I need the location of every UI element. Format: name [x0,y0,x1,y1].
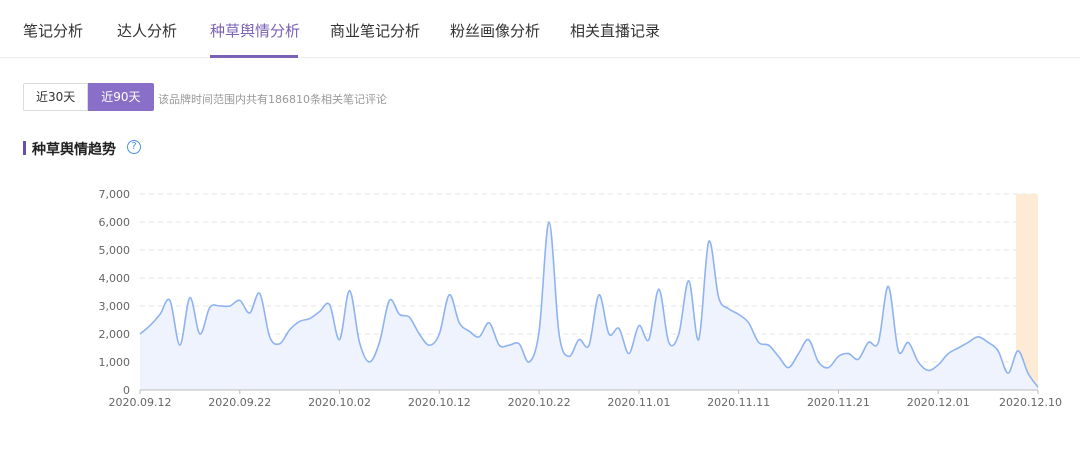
x-tick-label: 2020.11.01 [607,396,670,409]
y-tick-label: 2,000 [99,328,131,341]
y-tick-label: 3,000 [99,300,131,313]
range-summary-text: 该品牌时间范围内共有186810条相关笔记评论 [158,93,387,106]
section-title: 种草舆情趋势 [32,142,116,158]
x-tick-label: 2020.09.22 [208,396,271,409]
y-tick-label: 6,000 [99,216,131,229]
sentiment-trend-chart: 01,0002,0003,0004,0005,0006,0007,000 202… [99,188,1063,409]
y-tick-label: 7,000 [99,188,131,201]
tab-note-analysis[interactable]: 笔记分析 [23,20,83,42]
x-tick-label: 2020.09.12 [109,396,172,409]
y-tick-label: 4,000 [99,272,131,285]
series-area [140,221,1038,390]
x-tick-label: 2020.11.21 [807,396,870,409]
tab-sentiment-analysis[interactable]: 种草舆情分析 [210,20,300,42]
tab-live-records[interactable]: 相关直播记录 [570,20,660,42]
question-circle-icon[interactable]: ? [127,140,141,154]
tab-kol-analysis[interactable]: 达人分析 [117,20,177,42]
x-tick-label: 2020.10.22 [508,396,571,409]
range-30-days-button[interactable]: 近30天 [23,83,89,111]
tab-commercial-note-analysis[interactable]: 商业笔记分析 [330,20,420,42]
x-tick-label: 2020.12.10 [999,396,1062,409]
x-tick-label: 2020.10.12 [408,396,471,409]
x-tick-label: 2020.10.02 [308,396,371,409]
tab-fan-profile-analysis[interactable]: 粉丝画像分析 [450,20,540,42]
x-tick-label: 2020.12.01 [907,396,970,409]
time-range-toggle: 近30天 近90天 [23,83,154,111]
range-90-days-button[interactable]: 近90天 [88,83,154,111]
section-marker [23,141,26,155]
x-tick-label: 2020.11.11 [707,396,770,409]
y-tick-label: 1,000 [99,356,131,369]
tab-bar: 笔记分析 达人分析 种草舆情分析 商业笔记分析 粉丝画像分析 相关直播记录 [0,0,1080,58]
active-tab-indicator [210,55,298,58]
y-tick-label: 5,000 [99,244,131,257]
